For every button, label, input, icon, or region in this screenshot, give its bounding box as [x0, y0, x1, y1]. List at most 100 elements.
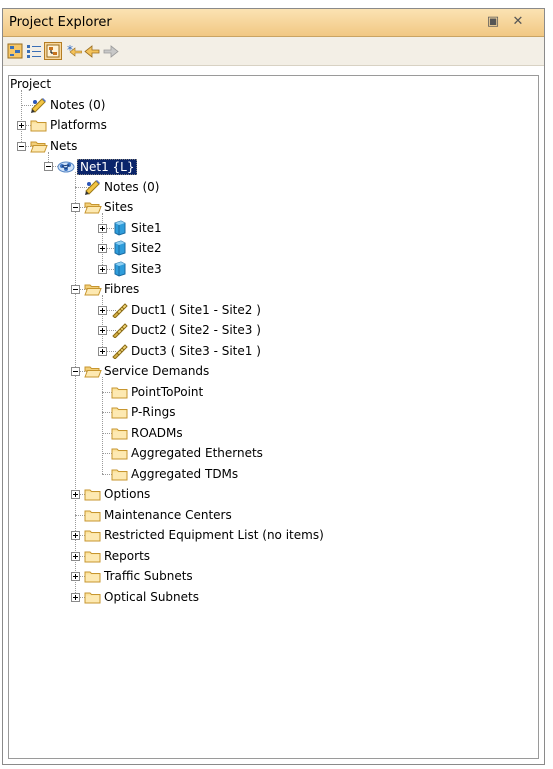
- expand-toggle-icon[interactable]: [98, 326, 107, 335]
- tree-item-label[interactable]: Platforms: [50, 118, 107, 132]
- site-icon: [111, 260, 129, 277]
- tree-item-label[interactable]: Maintenance Centers: [104, 508, 232, 522]
- tree-row-notes-0[interactable]: Notes (0): [9, 179, 538, 195]
- folder-icon: [111, 466, 129, 482]
- expand-all-icon[interactable]: [7, 43, 23, 59]
- panel-titlebar: Project Explorer ▣ ✕: [3, 9, 544, 37]
- project-explorer-panel: Project Explorer ▣ ✕ * Project Notes (0) P…: [2, 8, 545, 765]
- tree-item-label[interactable]: Nets: [50, 139, 77, 153]
- tree-row-site3[interactable]: Site3: [9, 260, 538, 277]
- folder-icon: [111, 425, 129, 441]
- tree-item-label[interactable]: Aggregated TDMs: [131, 467, 238, 481]
- site-icon: [111, 219, 129, 236]
- tree-row-reports[interactable]: Reports: [9, 548, 538, 564]
- tree-item-label[interactable]: Duct2 ( Site2 - Site3 ): [131, 323, 261, 337]
- folder-icon: [111, 404, 129, 420]
- tree-item-label[interactable]: Options: [104, 487, 150, 501]
- collapse-toggle-icon[interactable]: [44, 162, 53, 171]
- tree-item-label[interactable]: Notes (0): [50, 98, 105, 112]
- tree-row-optical-subnets[interactable]: Optical Subnets: [9, 589, 538, 605]
- tree-item-label[interactable]: P-Rings: [131, 405, 175, 419]
- tree-item-label[interactable]: Site3: [131, 262, 162, 276]
- tree-row-platforms[interactable]: Platforms: [9, 117, 538, 133]
- tree-view-icon[interactable]: [44, 42, 62, 60]
- tree-item-label[interactable]: Service Demands: [104, 364, 209, 378]
- net-icon: [57, 158, 75, 174]
- list-view-icon[interactable]: [26, 43, 42, 59]
- folder-icon: [84, 507, 102, 523]
- notes-icon: [30, 97, 48, 113]
- tree-row-duct1-site1-site2[interactable]: Duct1 ( Site1 - Site2 ): [9, 302, 538, 319]
- expand-toggle-icon[interactable]: [71, 531, 80, 540]
- asterisk-icon[interactable]: *: [66, 43, 83, 59]
- tree-item-label[interactable]: Net1 {L}: [77, 159, 138, 175]
- tree-item-label[interactable]: Notes (0): [104, 180, 159, 194]
- expand-toggle-icon[interactable]: [71, 551, 80, 561]
- tree-row-nets[interactable]: Nets: [9, 138, 538, 154]
- tree-row-pointtopoint[interactable]: PointToPoint: [9, 384, 538, 400]
- folder-open-icon: [84, 363, 102, 379]
- expand-toggle-icon[interactable]: [71, 572, 80, 581]
- tree-item-label[interactable]: Site2: [131, 241, 162, 255]
- expand-toggle-icon[interactable]: [71, 490, 80, 499]
- folder-open-icon: [84, 281, 102, 297]
- tree-item-label[interactable]: Site1: [131, 221, 162, 235]
- tree-item-label[interactable]: Traffic Subnets: [104, 569, 193, 583]
- tree-row-maintenance-centers[interactable]: Maintenance Centers: [9, 507, 538, 523]
- tree-item-label[interactable]: Aggregated Ethernets: [131, 446, 263, 460]
- expand-toggle-icon[interactable]: [71, 592, 80, 602]
- collapse-toggle-icon[interactable]: [17, 141, 26, 151]
- folder-icon: [84, 568, 102, 584]
- tree-row-service-demands[interactable]: Service Demands: [9, 363, 538, 379]
- tree-item-label[interactable]: Project: [10, 77, 51, 91]
- expand-toggle-icon[interactable]: [98, 264, 107, 274]
- expand-toggle-icon[interactable]: [98, 223, 107, 233]
- collapse-toggle-icon[interactable]: [71, 367, 80, 376]
- tree-row-net1-l[interactable]: Net1 {L}: [9, 158, 538, 175]
- duct-icon: [111, 322, 129, 339]
- tree-item-label[interactable]: Optical Subnets: [104, 590, 199, 604]
- tree-row-duct3-site3-site1[interactable]: Duct3 ( Site3 - Site1 ): [9, 343, 538, 360]
- tree-row-site1[interactable]: Site1: [9, 219, 538, 236]
- tree-row-roadms[interactable]: ROADMs: [9, 425, 538, 441]
- tree-item-label[interactable]: Sites: [104, 200, 133, 214]
- forward-arrow-icon[interactable]: [103, 43, 119, 59]
- collapse-toggle-icon[interactable]: [71, 285, 80, 294]
- tree-row-duct2-site2-site3[interactable]: Duct2 ( Site2 - Site3 ): [9, 322, 538, 339]
- tree-row-site2[interactable]: Site2: [9, 240, 538, 256]
- tree-row-p-rings[interactable]: P-Rings: [9, 404, 538, 420]
- expand-toggle-icon[interactable]: [98, 244, 107, 253]
- duct-icon: [111, 302, 129, 319]
- expand-toggle-icon[interactable]: [98, 305, 107, 315]
- site-icon: [111, 240, 129, 256]
- tree-item-label[interactable]: Fibres: [104, 282, 139, 296]
- expand-toggle-icon[interactable]: [98, 346, 107, 356]
- close-icon[interactable]: ✕: [510, 14, 526, 30]
- toolbar: *: [3, 37, 544, 66]
- tree-row-aggregated-tdms[interactable]: Aggregated TDMs: [9, 466, 538, 482]
- expand-toggle-icon[interactable]: [17, 121, 26, 130]
- restore-icon[interactable]: ▣: [485, 14, 501, 30]
- tree-row-options[interactable]: Options: [9, 486, 538, 502]
- tree-item-label[interactable]: Reports: [104, 549, 150, 563]
- project-tree[interactable]: Project Notes (0) Platforms Nets Net1 {L} Not…: [8, 75, 539, 759]
- tree-row-project[interactable]: Project: [9, 76, 538, 92]
- back-arrow-icon[interactable]: [84, 43, 100, 59]
- panel-title: Project Explorer: [9, 15, 112, 30]
- tree-row-restricted-equipment-list-no-items[interactable]: Restricted Equipment List (no items): [9, 527, 538, 543]
- folder-icon: [30, 117, 48, 133]
- duct-icon: [111, 343, 129, 360]
- tree-row-traffic-subnets[interactable]: Traffic Subnets: [9, 568, 538, 584]
- tree-item-label[interactable]: Duct1 ( Site1 - Site2 ): [131, 303, 261, 317]
- notes-icon: [84, 179, 102, 195]
- tree-row-fibres[interactable]: Fibres: [9, 281, 538, 297]
- collapse-toggle-icon[interactable]: [71, 203, 80, 212]
- folder-icon: [84, 527, 102, 543]
- tree-row-aggregated-ethernets[interactable]: Aggregated Ethernets: [9, 445, 538, 461]
- tree-item-label[interactable]: PointToPoint: [131, 385, 203, 399]
- tree-row-sites[interactable]: Sites: [9, 199, 538, 215]
- tree-item-label[interactable]: Duct3 ( Site3 - Site1 ): [131, 344, 261, 358]
- tree-item-label[interactable]: ROADMs: [131, 426, 183, 440]
- tree-row-notes-0[interactable]: Notes (0): [9, 97, 538, 113]
- tree-item-label[interactable]: Restricted Equipment List (no items): [104, 528, 324, 542]
